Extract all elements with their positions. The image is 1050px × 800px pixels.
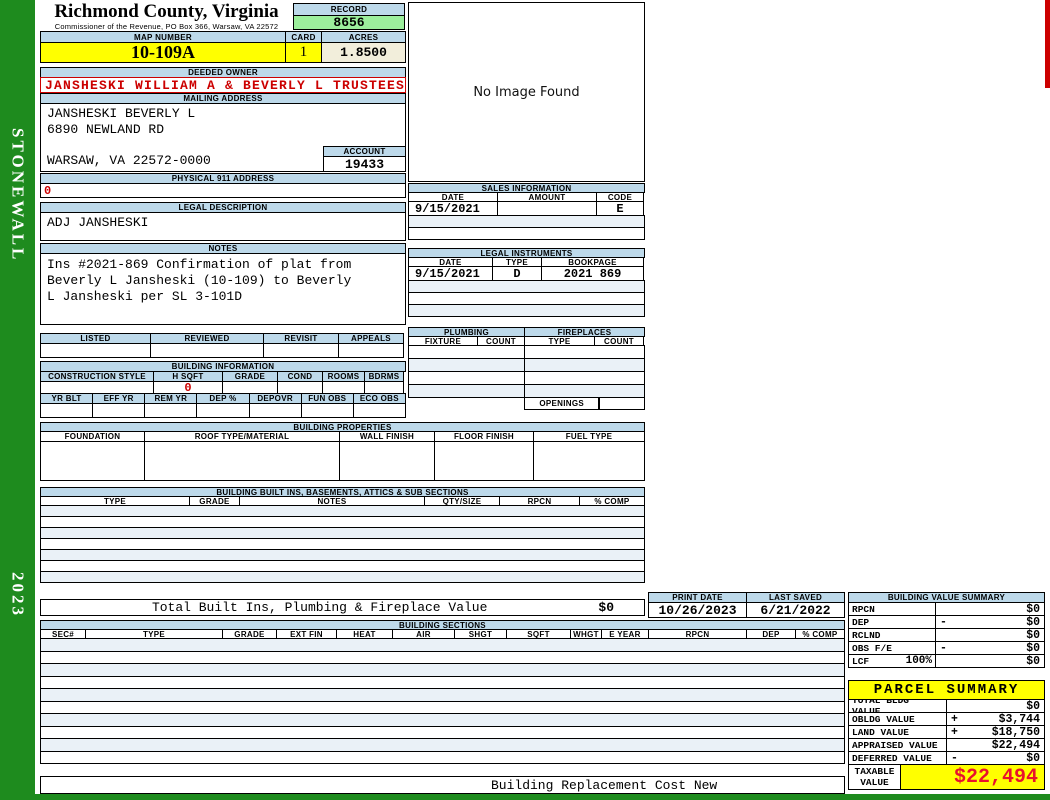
mailing-line-2: 6890 NEWLAND RD	[47, 121, 165, 137]
built-ins-total-value: $0	[598, 600, 614, 615]
notes-line-3: L Jansheski per SL 3-101D	[47, 289, 243, 304]
built-ins-total-row: Total Built Ins, Plumbing & Fireplace Va…	[40, 599, 645, 616]
building-value-summary: BUILDING VALUE SUMMARY RPCN $0 DEP - $0 R…	[848, 592, 1045, 668]
notes-box: Ins #2021-869 Confirmation of plat from …	[40, 253, 406, 325]
plumbing-fireplaces-section: PLUMBING FIREPLACES FIXTURE COUNT TYPE C…	[408, 327, 645, 410]
parcel-summary: PARCEL SUMMARY TOTAL BLDG VALUE $0 OBLDG…	[848, 680, 1045, 790]
parcel-summary-title: PARCEL SUMMARY	[848, 680, 1045, 700]
card-year: 2023	[8, 572, 28, 618]
land-value: $18,750	[991, 725, 1040, 739]
deferred-value: $0	[1026, 751, 1040, 765]
bvs-rpcn-label: RPCN	[852, 603, 875, 615]
print-info-section: PRINT DATE LAST SAVED 10/26/2023 6/21/20…	[648, 592, 845, 618]
obldg-value: $3,744	[998, 712, 1040, 726]
commissioner-line: Commissioner of the Revenue, PO Box 366,…	[54, 22, 279, 31]
appraised-value-label: APPRAISED VALUE	[852, 739, 938, 751]
record-value: 8656	[293, 15, 405, 30]
building-sections: BUILDING SECTIONS SEC# TYPE GRADE EXT FI…	[40, 620, 845, 764]
built-ins-total-label: Total Built Ins, Plumbing & Fireplace Va…	[151, 600, 488, 615]
bvs-lcf-value: $0	[1026, 654, 1040, 668]
notes-line-1: Ins #2021-869 Confirmation of plat from	[47, 257, 352, 272]
district-sidebar: STONEWALL 2023	[0, 0, 35, 800]
card-value: 1	[285, 42, 322, 63]
instrument-type: D	[492, 266, 542, 281]
property-photo-placeholder: No Image Found	[408, 2, 645, 182]
legal-description-value: ADJ JANSHESKI	[40, 212, 406, 241]
bvs-obsfe-value: $0	[1026, 641, 1040, 655]
physical-address-value: 0	[40, 183, 406, 198]
obldg-value-op: +	[951, 712, 958, 726]
deeded-owner-section: DEEDED OWNER JANSHESKI WILLIAM A & BEVER…	[40, 67, 406, 93]
map-number-value: 10-109A	[40, 42, 286, 63]
account-value: 19433	[323, 156, 406, 172]
acres-value: 1.8500	[321, 42, 406, 63]
account-box: ACCOUNT 19433	[323, 146, 406, 172]
bvs-obsfe-op: -	[940, 641, 947, 655]
bottom-border-strip	[0, 794, 1050, 800]
last-saved-value: 6/21/2022	[746, 602, 845, 618]
sales-information-section: SALES INFORMATION DATE AMOUNT CODE 9/15/…	[408, 183, 645, 240]
appraised-value: $22,494	[991, 738, 1040, 752]
taxable-value-label: TAXABLE VALUE	[854, 766, 895, 788]
county-title: Richmond County, Virginia	[54, 1, 279, 22]
taxable-value: $22,494	[953, 765, 1038, 789]
sale-code: E	[596, 201, 644, 216]
legal-description-section: LEGAL DESCRIPTION ADJ JANSHESKI	[40, 202, 406, 241]
no-image-text: No Image Found	[473, 84, 580, 100]
sale-amount	[497, 201, 597, 216]
sales-row-1: 9/15/2021 E	[408, 201, 645, 216]
instrument-row-1: 9/15/2021 D 2021 869	[408, 266, 645, 281]
deferred-value-label: DEFERRED VALUE	[852, 752, 932, 764]
notes-section: NOTES Ins #2021-869 Confirmation of plat…	[40, 243, 406, 325]
right-red-edge	[1045, 0, 1050, 88]
notes-line-2: Beverly L Jansheski (10-109) to Beverly	[47, 273, 352, 288]
bvs-lcf-label: LCF	[852, 655, 870, 667]
bvs-obsfe-label: OBS F/E	[852, 642, 892, 654]
instrument-date: 9/15/2021	[408, 266, 493, 281]
bvs-rpcn-value: $0	[1026, 602, 1040, 616]
bvs-rclnd-value: $0	[1026, 628, 1040, 642]
county-header: Richmond County, Virginia Commissioner o…	[40, 1, 293, 31]
print-date-value: 10/26/2023	[648, 602, 747, 618]
bvs-dep-value: $0	[1026, 615, 1040, 629]
mailing-line-1: JANSHESKI BEVERLY L	[47, 106, 196, 121]
openings-label: OPENINGS	[524, 397, 600, 410]
land-value-label: LAND VALUE	[852, 726, 910, 738]
physical-address-section: PHYSICAL 911 ADDRESS 0	[40, 173, 406, 198]
bvs-dep-op: -	[940, 615, 947, 629]
record-box: RECORD 8656	[293, 3, 405, 30]
building-replacement-label: Building Replacement Cost New	[40, 776, 845, 794]
bvs-dep-label: DEP	[852, 616, 870, 628]
sale-date: 9/15/2021	[408, 201, 498, 216]
total-bldg-value: $0	[1026, 699, 1040, 713]
deeded-owner-value: JANSHESKI WILLIAM A & BEVERLY L TRUSTEES	[40, 77, 406, 93]
review-values-row	[40, 343, 406, 358]
district-name: STONEWALL	[8, 128, 28, 263]
legal-instruments-section: LEGAL INSTRUMENTS DATE TYPE BOOKPAGE 9/1…	[408, 248, 645, 317]
instrument-bookpage: 2021 869	[541, 266, 644, 281]
bvs-lcf-pct: 100%	[905, 655, 932, 667]
building-properties-section: BUILDING PROPERTIES FOUNDATION ROOF TYPE…	[40, 422, 645, 481]
land-value-op: +	[951, 725, 958, 739]
bvs-rclnd-label: RCLND	[852, 629, 881, 641]
total-bldg-value-label: TOTAL BLDG VALUE	[852, 699, 910, 713]
review-table: LISTED REVIEWED REVISIT APPEALS	[40, 333, 406, 358]
building-replacement-row: Building Replacement Cost New	[40, 776, 845, 794]
building-information-section: BUILDING INFORMATION CONSTRUCTION STYLE …	[40, 361, 406, 418]
built-ins-section: BUILDING BUILT INS, BASEMENTS, ATTICS & …	[40, 487, 645, 583]
obldg-value-label: OBLDG VALUE	[852, 713, 915, 725]
map-card-acres: MAP NUMBER CARD ACRES 10-109A 1 1.8500	[40, 31, 406, 63]
deferred-value-op: -	[951, 751, 958, 765]
